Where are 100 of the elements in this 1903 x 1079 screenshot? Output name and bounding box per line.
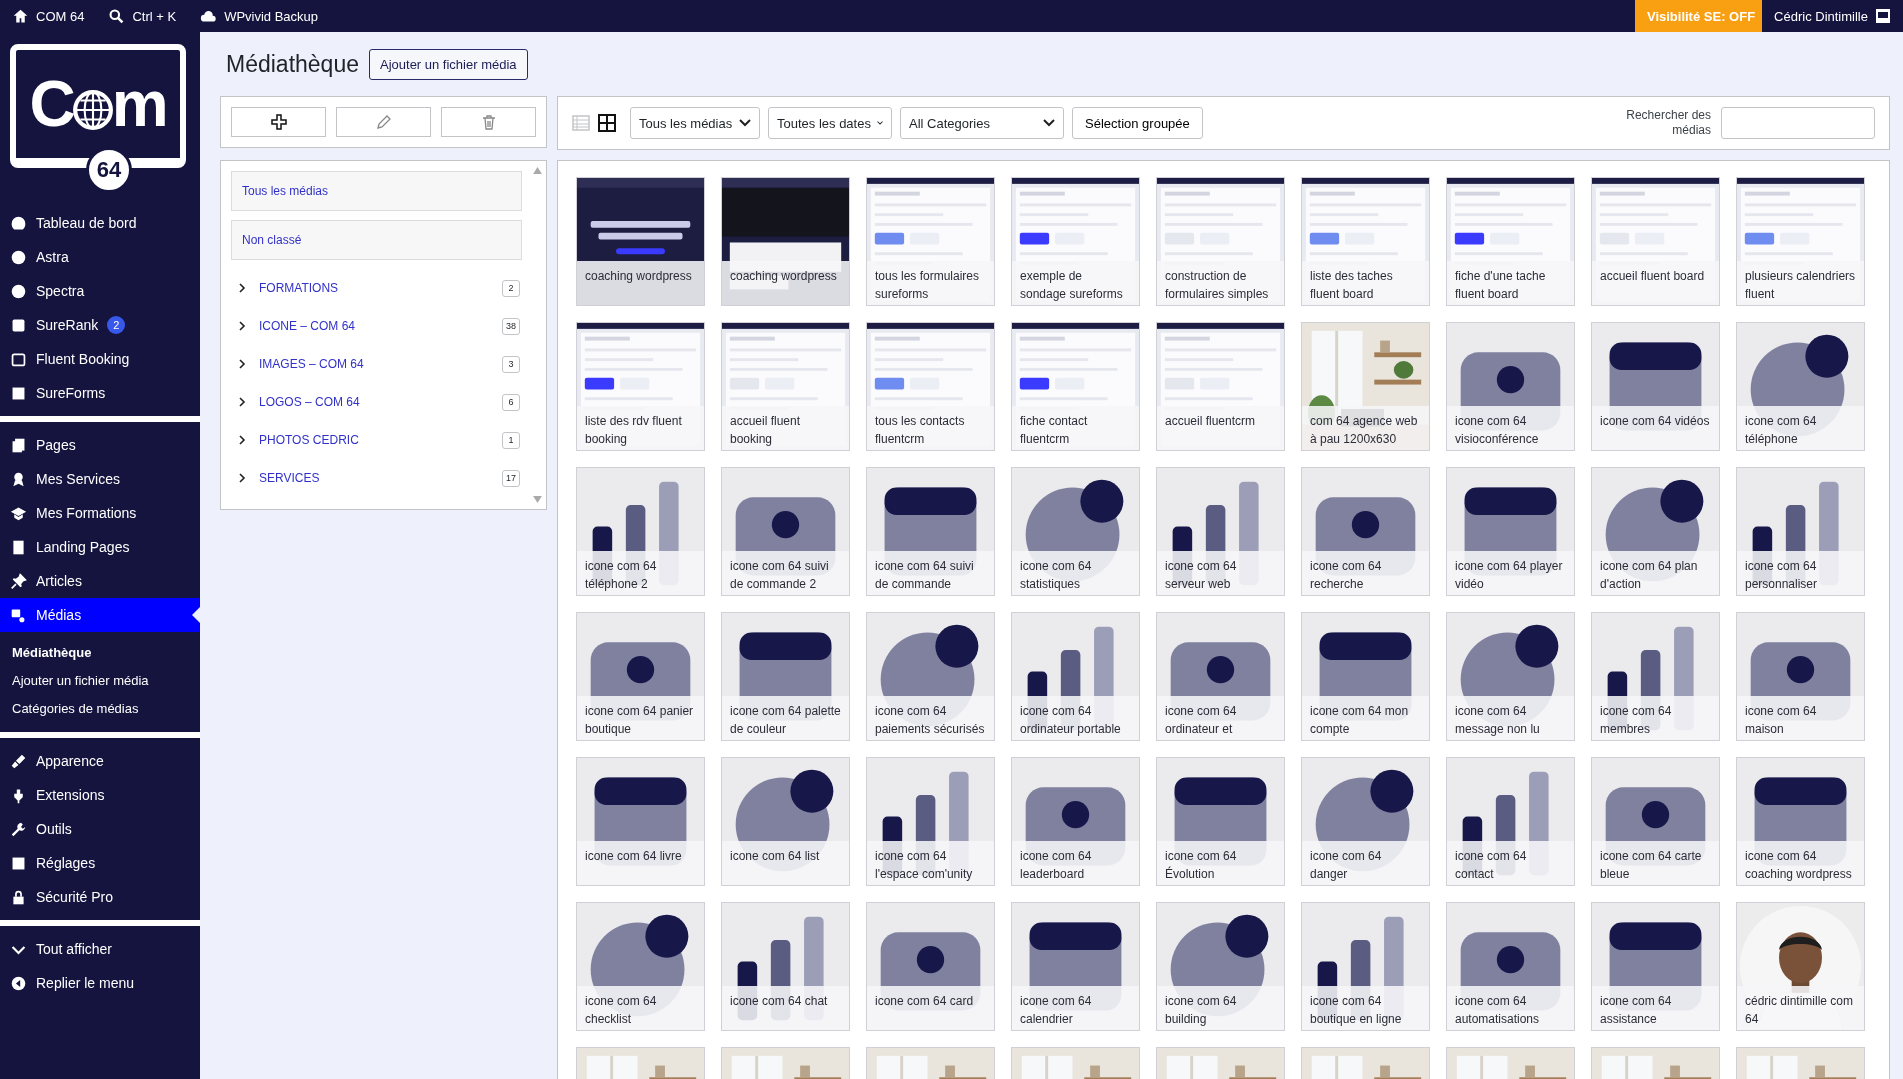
sidebar-item[interactable]: Tout afficher xyxy=(0,932,200,966)
user-menu[interactable]: Cédric Dintimille xyxy=(1762,8,1903,24)
media-tile[interactable]: icone com 64 message non lu xyxy=(1446,612,1575,741)
media-tile[interactable]: icone com 64 ordinateur portable xyxy=(1011,612,1140,741)
media-tile[interactable]: com 64 agence web à pau 1200x630 xyxy=(1301,322,1430,451)
folder-item[interactable]: Tous les médias xyxy=(231,171,522,211)
media-tile[interactable]: fiche contact fluentcrm xyxy=(1011,322,1140,451)
sidebar-item[interactable]: SureForms xyxy=(0,376,200,410)
sidebar-item[interactable]: Médias xyxy=(0,598,200,632)
media-tile[interactable]: accueil fluentcrm xyxy=(1156,322,1285,451)
filter-dropdown[interactable]: All Categories xyxy=(900,107,1064,139)
sidebar-item[interactable]: Mes Formations xyxy=(0,496,200,530)
sidebar-item[interactable]: Landing Pages xyxy=(0,530,200,564)
filter-dropdown[interactable]: Toutes les dates xyxy=(768,107,892,139)
sidebar-item[interactable]: Réglages xyxy=(0,846,200,880)
media-tile[interactable]: icone com 64 mon compte xyxy=(1301,612,1430,741)
media-tile[interactable]: icone com 64 l'espace com'unity xyxy=(866,757,995,886)
sidebar-item[interactable]: Extensions xyxy=(0,778,200,812)
media-tile[interactable]: icone com 64 chat xyxy=(721,902,850,1031)
chevron-right-icon[interactable] xyxy=(237,283,247,293)
media-tile[interactable]: fiche d'une tache fluent board xyxy=(1446,177,1575,306)
new-folder-button[interactable] xyxy=(231,107,326,137)
media-tile[interactable]: icone com 64 suivi de commande 2 xyxy=(721,467,850,596)
sidebar-item[interactable]: Replier le menu xyxy=(0,966,200,1000)
folder-item[interactable]: Non classé xyxy=(231,220,522,260)
submenu-item[interactable]: Ajouter un fichier média xyxy=(0,666,200,694)
bulk-select-button[interactable]: Sélection groupée xyxy=(1072,107,1203,139)
media-tile[interactable]: exemple de sondage sureforms xyxy=(1011,177,1140,306)
media-tile[interactable]: icone com 64 téléphone 2 xyxy=(576,467,705,596)
sidebar-item[interactable]: Astra xyxy=(0,240,200,274)
media-tile[interactable]: liste des taches fluent board xyxy=(1301,177,1430,306)
folder-item[interactable]: SERVICES xyxy=(259,471,502,485)
media-tile[interactable]: icone com 64 personnaliser xyxy=(1736,467,1865,596)
media-tile[interactable]: icone com 64 contact xyxy=(1446,757,1575,886)
chevron-right-icon[interactable] xyxy=(237,397,247,407)
media-tile[interactable]: icone com 64 player vidéo xyxy=(1446,467,1575,596)
sidebar-item[interactable]: Pages xyxy=(0,428,200,462)
folder-item[interactable]: PHOTOS CEDRIC xyxy=(259,433,502,447)
media-tile[interactable]: tous les formulaires sureforms xyxy=(866,177,995,306)
media-tile[interactable]: icone com 64 paiements sécurisés xyxy=(866,612,995,741)
media-tile[interactable]: plusieurs calendriers fluent xyxy=(1736,177,1865,306)
media-tile[interactable]: icone com 64 maison xyxy=(1736,612,1865,741)
chevron-right-icon[interactable] xyxy=(237,473,247,483)
media-tile[interactable]: icone com 64 boutique en ligne xyxy=(1301,902,1430,1031)
admin-bar-link[interactable]: COM 64 xyxy=(0,7,97,25)
chevron-right-icon[interactable] xyxy=(237,321,247,331)
submenu-item[interactable]: Catégories de médias xyxy=(0,694,200,722)
media-tile[interactable]: tous les contacts fluentcrm xyxy=(866,322,995,451)
sidebar-item[interactable]: Articles xyxy=(0,564,200,598)
media-tile[interactable]: cédric dintimille com 64 xyxy=(1736,902,1865,1031)
media-tile[interactable]: accueil fluent board xyxy=(1591,177,1720,306)
media-tile[interactable]: icone com 64 plan d'action xyxy=(1591,467,1720,596)
folder-item[interactable]: FORMATIONS xyxy=(259,281,502,295)
sidebar-item[interactable]: Outils xyxy=(0,812,200,846)
sidebar-item[interactable]: Spectra xyxy=(0,274,200,308)
media-tile[interactable]: accueil fluent booking xyxy=(721,322,850,451)
media-tile[interactable]: icone com 64 coaching wordpress xyxy=(1736,757,1865,886)
sidebar-item[interactable]: Mes Services xyxy=(0,462,200,496)
chevron-right-icon[interactable] xyxy=(237,359,247,369)
add-media-button[interactable]: Ajouter un fichier média xyxy=(369,48,528,80)
submenu-item[interactable]: Médiathèque xyxy=(0,638,200,666)
media-tile[interactable]: icone com 64 visioconférence xyxy=(1446,322,1575,451)
media-tile[interactable]: icone com 64 panier boutique xyxy=(576,612,705,741)
media-tile[interactable]: icone com 64 checklist xyxy=(576,902,705,1031)
media-tile[interactable]: icone com 64 recherche xyxy=(1301,467,1430,596)
media-tile[interactable]: icone com 64 livre xyxy=(576,757,705,886)
media-tile[interactable]: icone com 64 list xyxy=(721,757,850,886)
folder-item[interactable]: ICONE – COM 64 xyxy=(259,319,502,333)
media-tile[interactable]: icone com 64 téléphone xyxy=(1736,322,1865,451)
media-tile[interactable]: icone com 64 card xyxy=(866,902,995,1031)
media-tile[interactable]: coaching wordpress xyxy=(576,177,705,306)
grid-view-icon[interactable] xyxy=(598,114,616,132)
media-tile[interactable]: icone com 64 statistiques xyxy=(1011,467,1140,596)
folder-item[interactable]: LOGOS – COM 64 xyxy=(259,395,502,409)
media-tile[interactable]: icone com 64 palette de couleur xyxy=(721,612,850,741)
folder-item[interactable]: IMAGES – COM 64 xyxy=(259,357,502,371)
media-tile[interactable]: icone com 64 calendrier xyxy=(1011,902,1140,1031)
media-tile[interactable]: icone com 64 membres xyxy=(1591,612,1720,741)
search-field[interactable] xyxy=(1721,107,1875,139)
sidebar-item[interactable]: Sécurité Pro xyxy=(0,880,200,914)
sidebar-item[interactable]: SureRank 2 xyxy=(0,308,200,342)
media-tile[interactable]: icone com 64 automatisations xyxy=(1446,902,1575,1031)
media-tile[interactable]: coaching wordpress xyxy=(721,177,850,306)
media-tile[interactable]: construction de formulaires simples xyxy=(1156,177,1285,306)
media-tile[interactable]: icone com 64 carte bleue xyxy=(1591,757,1720,886)
filter-dropdown[interactable]: Tous les médias xyxy=(630,107,760,139)
media-tile[interactable]: icone com 64 ordinateur et xyxy=(1156,612,1285,741)
chevron-right-icon[interactable] xyxy=(237,435,247,445)
sidebar-item[interactable]: Apparence xyxy=(0,744,200,778)
media-tile[interactable]: icone com 64 serveur web xyxy=(1156,467,1285,596)
sidebar-item[interactable]: Tableau de bord xyxy=(0,206,200,240)
media-tile[interactable]: liste des rdv fluent booking xyxy=(576,322,705,451)
sidebar-item[interactable]: Fluent Booking xyxy=(0,342,200,376)
media-tile[interactable]: icone com 64 danger xyxy=(1301,757,1430,886)
admin-bar-link[interactable]: Ctrl + K xyxy=(96,7,189,25)
media-tile[interactable]: icone com 64 vidéos xyxy=(1591,322,1720,451)
media-tile[interactable]: icone com 64 Évolution xyxy=(1156,757,1285,886)
media-tile[interactable]: icone com 64 leaderboard xyxy=(1011,757,1140,886)
media-tile[interactable]: icone com 64 suivi de commande xyxy=(866,467,995,596)
media-tile[interactable]: icone com 64 building xyxy=(1156,902,1285,1031)
